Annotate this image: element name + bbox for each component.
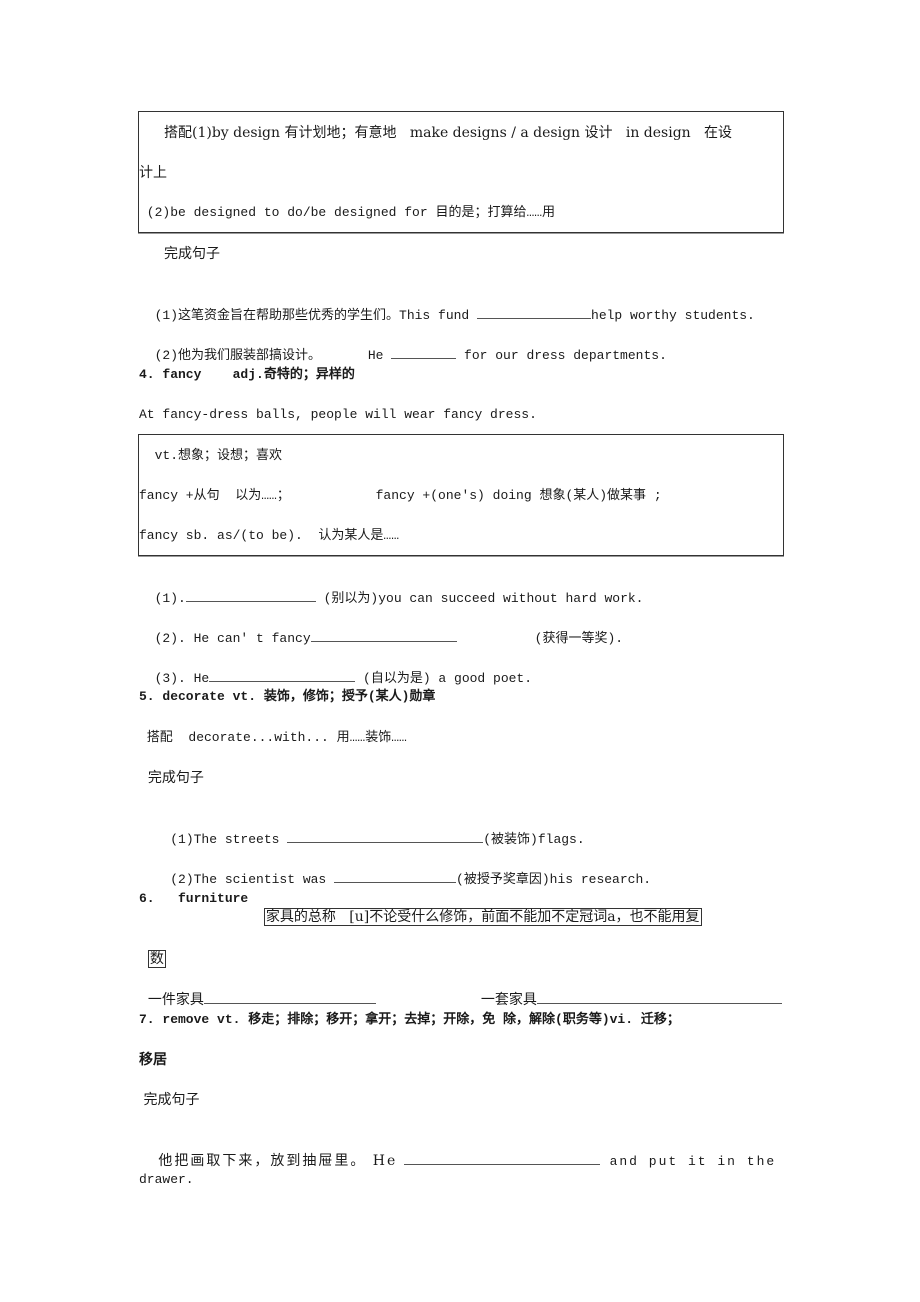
item-label: 一件家具 <box>147 992 204 1008</box>
exercise-prefix: (3). He <box>154 671 210 686</box>
answer-blank[interactable] <box>391 344 457 359</box>
exercise-suffix: (别以为)you can succeed without hard work. <box>315 591 644 606</box>
answer-blank[interactable] <box>310 627 457 642</box>
exercise-item: 他把画取下来，放到抽屉里。 He and put it in the <box>139 1130 776 1172</box>
furniture-note-cont: 数 <box>139 929 166 969</box>
answer-blank[interactable] <box>334 868 457 883</box>
usage-line-3: fancy sb. as/(to be). 认为某人是…… <box>139 528 400 543</box>
exercise-item: (3). He (自以为是) a good poet. <box>139 647 532 689</box>
collocation-line-1: 搭配(1)by design 有计划地；有意地 make designs / a… <box>164 125 733 141</box>
answer-blank[interactable] <box>536 989 782 1004</box>
answer-blank[interactable] <box>477 304 592 319</box>
furniture-item: 一套家具 <box>472 969 782 1010</box>
exercise-suffix: (被装饰)flags. <box>483 832 585 847</box>
furniture-item: 一件家具 <box>139 969 376 1010</box>
exercise-suffix: help worthy students. <box>591 308 755 323</box>
exercise-title: 完成句子 <box>139 770 204 786</box>
exercise-prefix: (2)The scientist was <box>154 872 335 887</box>
exercise-cont: drawer. <box>139 1172 194 1187</box>
section-heading-fancy: 4. fancy adj.奇特的；异样的 <box>139 367 355 382</box>
answer-blank[interactable] <box>209 667 356 682</box>
exercise-suffix: for our dress departments. <box>456 348 667 363</box>
exercise-item: (1)这笔资金旨在帮助那些优秀的学生们。This fund help worth… <box>139 284 755 326</box>
example-sentence: At fancy-dress balls, people will wear f… <box>139 407 537 422</box>
exercise-item: (1)The streets (被装饰)flags. <box>139 808 585 850</box>
furniture-note: 家具的总称 [u]不论受什么修饰，前面不能加不定冠词a，也不能用复 <box>255 887 702 927</box>
furniture-note-box: 家具的总称 [u]不论受什么修饰，前面不能加不定冠词a，也不能用复 <box>263 908 702 926</box>
answer-blank[interactable] <box>203 989 376 1004</box>
collocation-line: 搭配 decorate...with... 用……装饰…… <box>139 730 407 745</box>
exercise-suffix: (自以为是) a good poet. <box>355 671 533 686</box>
answer-blank[interactable] <box>403 1150 600 1165</box>
exercise-suffix: (获得一等奖). <box>456 631 624 646</box>
furniture-note-box: 数 <box>147 950 166 968</box>
usage-line-1: vt.想象；设想；喜欢 <box>139 448 283 463</box>
collocation-line-3: (2)be designed to do/be designed for 目的是… <box>139 205 556 220</box>
exercise-item: (1). (别以为)you can succeed without hard w… <box>139 567 644 609</box>
exercise-suffix: (被授予奖章因)his research. <box>456 872 652 887</box>
exercise-prefix: (2)他为我们服装部搞设计。 He <box>154 348 392 363</box>
exercise-prefix: (1)The streets <box>154 832 288 847</box>
exercise-title: 完成句子 <box>139 1092 200 1108</box>
exercise-prefix: (1)这笔资金旨在帮助那些优秀的学生们。This fund <box>154 308 478 323</box>
section-heading-remove: 7. remove vt. 移走；排除；移开；拿开；去掉；开除，免 除，解除(职… <box>139 1012 680 1027</box>
exercise-prefix: 他把画取下来，放到抽屉里。 He <box>151 1153 404 1169</box>
usage-line-2: fancy +从句 以为……； fancy +(one's) doing 想象(… <box>139 488 662 503</box>
collocation-line-2: 计上 <box>139 165 167 181</box>
answer-blank[interactable] <box>287 828 484 843</box>
exercise-prefix: (1). <box>154 591 186 606</box>
answer-blank[interactable] <box>185 587 316 602</box>
section-heading-remove-cont: 移居 <box>139 1052 167 1068</box>
exercise-item: (2)The scientist was (被授予奖章因)his researc… <box>139 848 651 890</box>
exercise-prefix: (2). He can' t fancy <box>154 631 311 646</box>
section-heading-decorate: 5. decorate vt. 装饰，修饰；授予(某人)勋章 <box>139 689 436 704</box>
exercise-title: 完成句子 <box>164 246 220 262</box>
exercise-suffix: and put it in the <box>599 1154 777 1169</box>
exercise-item: (2)他为我们服装部搞设计。 He for our dress departme… <box>139 324 667 366</box>
exercise-item: (2). He can' t fancy (获得一等奖). <box>139 607 623 649</box>
item-label: 一套家具 <box>480 992 537 1008</box>
section-heading-furniture: 6. furniture <box>139 891 249 906</box>
